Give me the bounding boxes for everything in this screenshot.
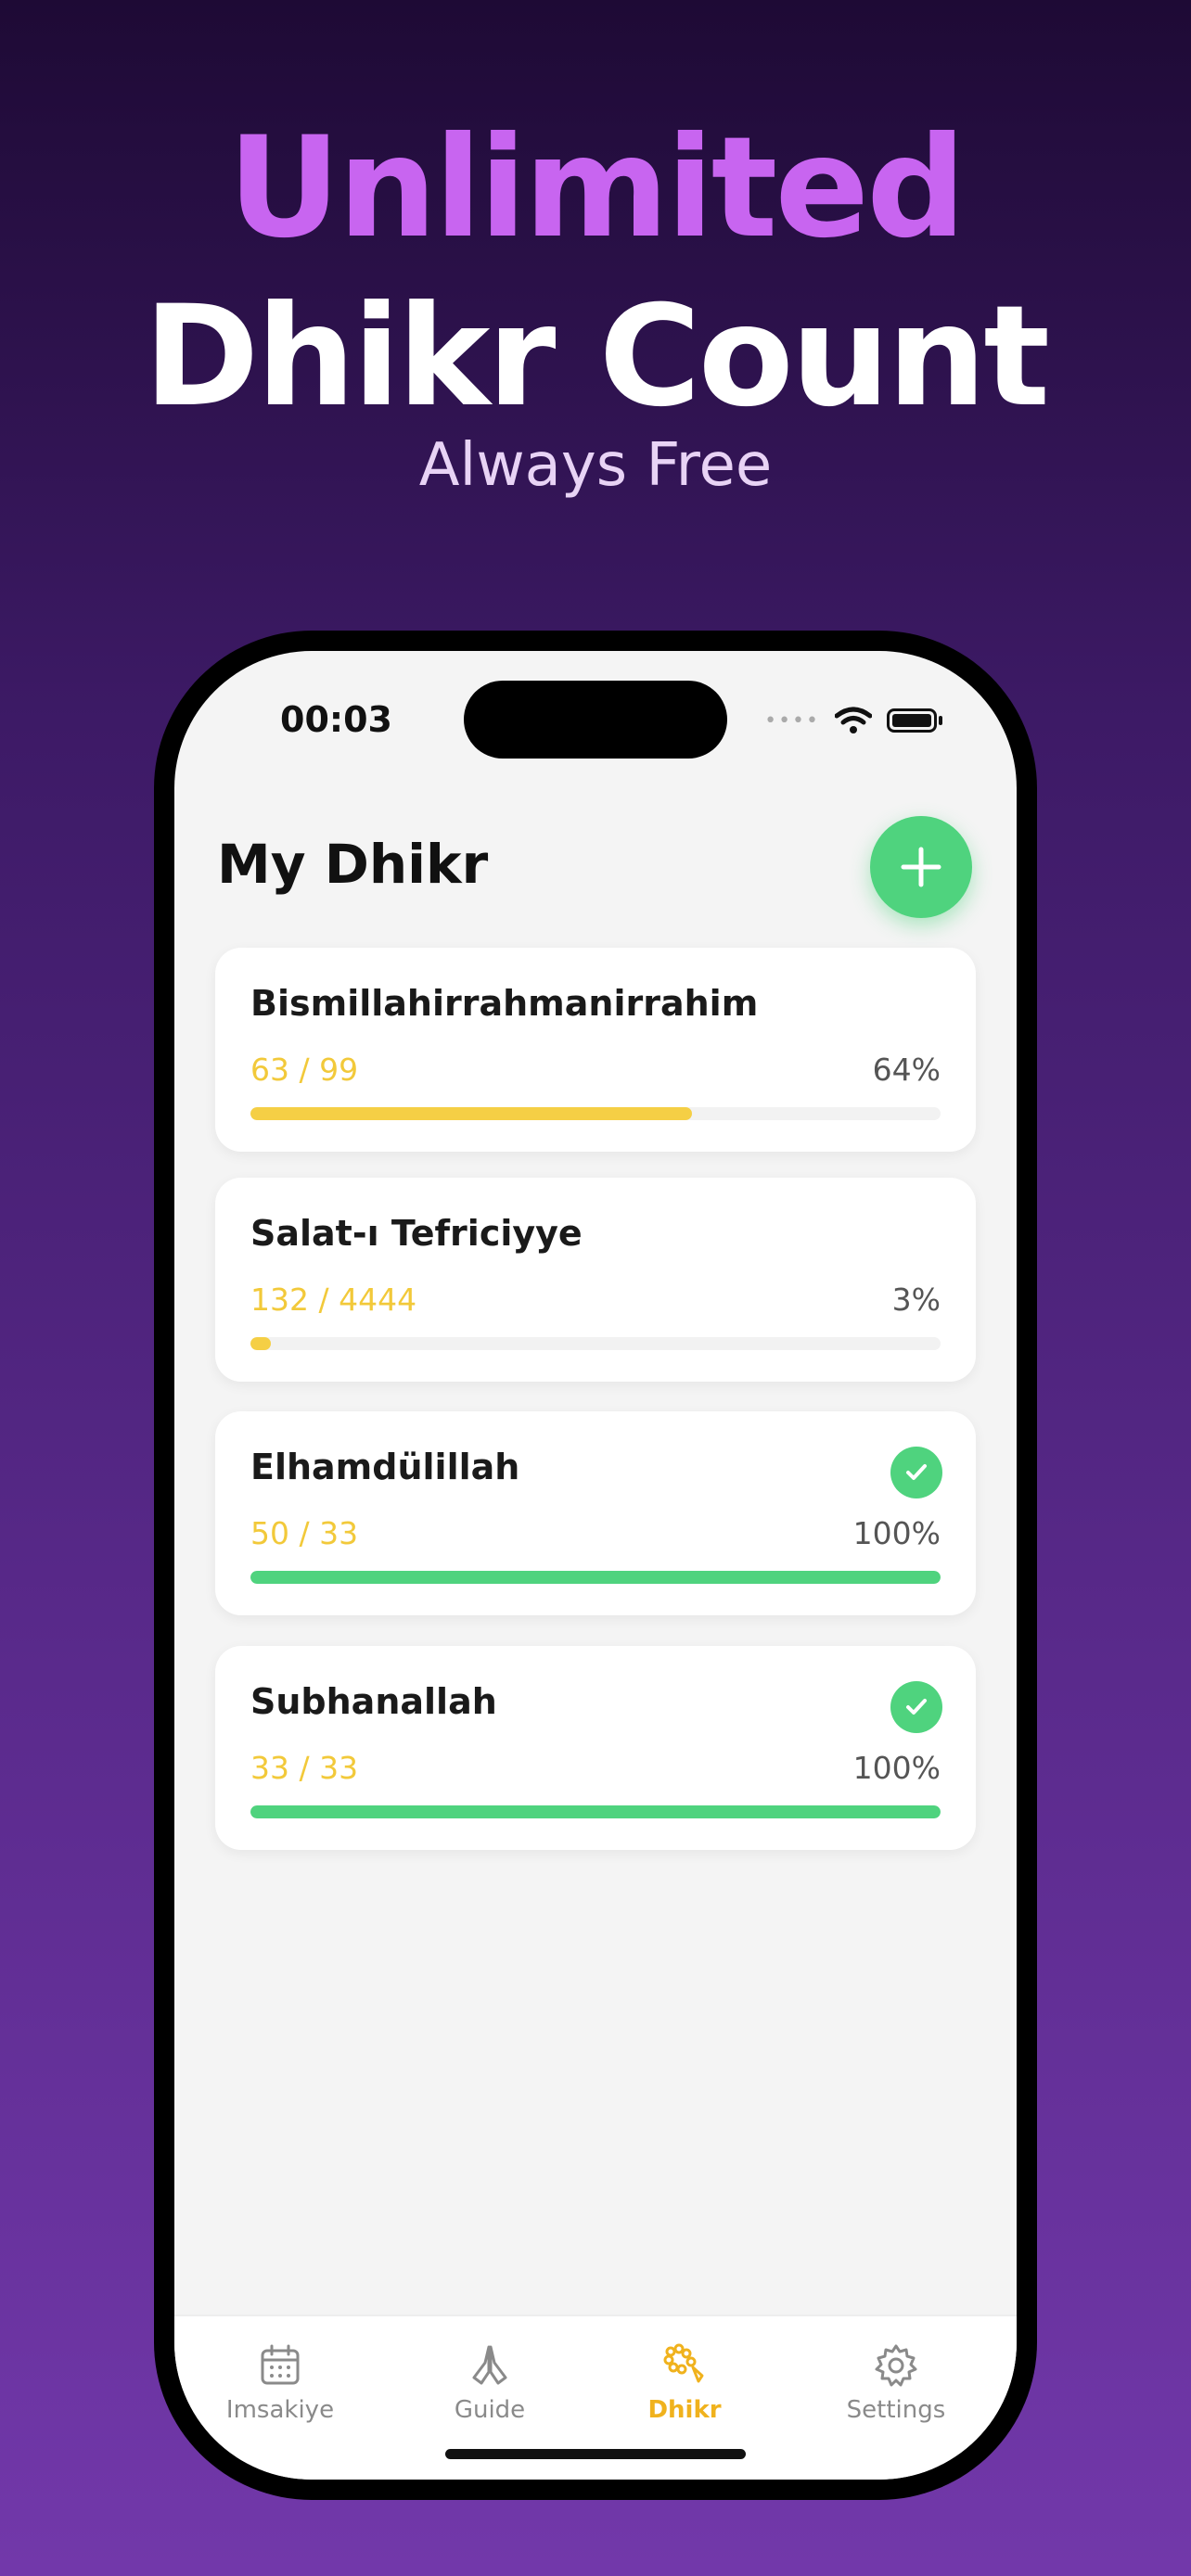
dhikr-name: Salat-ı Tefriciyye [250,1213,583,1254]
tab-label: Settings [846,2396,946,2424]
calendar-icon [261,2344,300,2385]
dhikr-percent: 100% [852,1750,941,1786]
progress-fill [250,1571,941,1584]
status-time: 00:03 [280,699,392,740]
tab-imsakiye[interactable]: Imsakiye [206,2342,354,2424]
add-dhikr-button[interactable] [870,816,972,918]
dhikr-card[interactable]: Elhamdülillah 50 / 33 100% [215,1411,976,1615]
page-title: My Dhikr [217,833,489,896]
tab-label: Dhikr [647,2396,722,2424]
dhikr-name: Elhamdülillah [250,1447,520,1487]
dynamic-island [464,681,727,759]
progress-track [250,1337,941,1350]
dhikr-percent: 3% [891,1282,941,1318]
praying-hands-icon [472,2345,507,2385]
status-icons: •••• [764,707,942,734]
dhikr-card[interactable]: Subhanallah 33 / 33 100% [215,1646,976,1850]
home-indicator[interactable] [445,2449,746,2459]
progress-track [250,1805,941,1818]
promo-subtitle: Always Free [418,431,773,500]
dhikr-name: Subhanallah [250,1681,497,1722]
progress-fill [250,1337,272,1350]
gear-icon [875,2344,917,2387]
tab-label: Guide [454,2396,526,2424]
promo-headline-line2: Dhikr Count [143,276,1050,438]
progress-track [250,1107,941,1120]
dhikr-card[interactable]: Bismillahirrahmanirrahim 63 / 99 64% [215,948,976,1152]
progress-fill [250,1107,693,1120]
dhikr-count: 132 / 4444 [250,1282,417,1318]
dhikr-card[interactable]: Salat-ı Tefriciyye 132 / 4444 3% [215,1178,976,1382]
progress-track [250,1571,941,1584]
promo-headline-line1: Unlimited [227,108,967,269]
dhikr-name: Bismillahirrahmanirrahim [250,983,759,1024]
tab-label: Imsakiye [225,2396,335,2424]
dhikr-percent: 64% [872,1052,941,1088]
battery-nub [939,716,942,725]
battery-icon [887,708,937,733]
prayer-beads-icon [663,2343,704,2383]
cellular-signal-icon: •••• [764,708,820,733]
wifi-icon [835,707,872,733]
phone-screen: 00:03 •••• My Dhikr Bismillahirrahmanirr… [174,651,1017,2480]
completed-check-icon [890,1447,942,1498]
dhikr-count: 50 / 33 [250,1515,359,1551]
completed-check-icon [890,1681,942,1733]
dhikr-count: 33 / 33 [250,1750,359,1786]
tab-guide[interactable]: Guide [416,2342,564,2424]
tab-settings[interactable]: Settings [822,2342,970,2424]
dhikr-percent: 100% [852,1515,941,1551]
progress-fill [250,1805,941,1818]
tab-dhikr[interactable]: Dhikr [610,2342,759,2424]
plus-icon [901,847,941,887]
dhikr-count: 63 / 99 [250,1052,359,1088]
